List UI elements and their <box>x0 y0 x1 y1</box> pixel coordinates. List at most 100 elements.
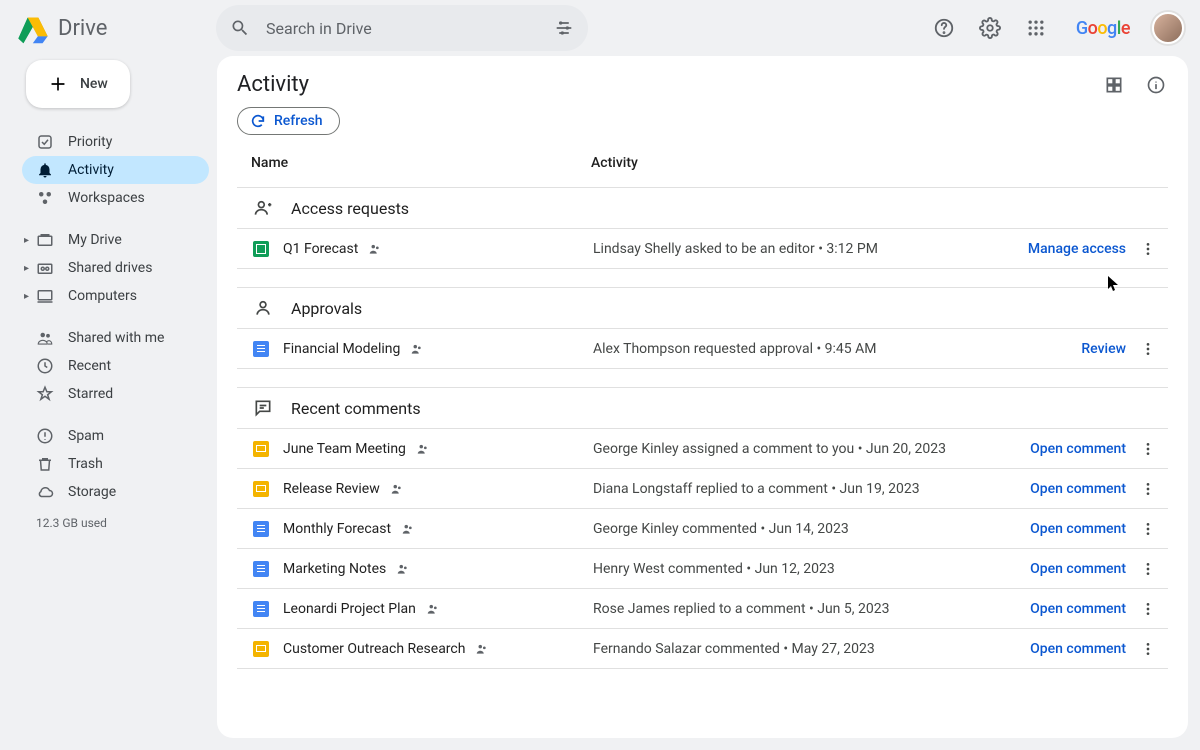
comment-icon <box>253 398 273 418</box>
plus-icon <box>48 74 68 94</box>
open-comment-link[interactable]: Open comment <box>1030 521 1126 537</box>
section-title: Approvals <box>291 299 362 318</box>
apps-icon[interactable] <box>1024 16 1048 40</box>
nav-computers[interactable]: ▸ Computers <box>22 282 209 310</box>
nav-spam[interactable]: Spam <box>22 422 209 450</box>
drive-icon <box>36 231 54 249</box>
file-row[interactable]: June Team Meeting George Kinley assigned… <box>237 429 1168 469</box>
refresh-button[interactable]: Refresh <box>237 107 340 135</box>
main-panel: Activity Refresh Name Activity Access re… <box>217 56 1188 738</box>
app-header: Drive Search in Drive Google <box>0 0 1200 56</box>
file-row[interactable]: Release Review Diana Longstaff replied t… <box>237 469 1168 509</box>
nav-label: My Drive <box>68 232 122 248</box>
open-comment-link[interactable]: Open comment <box>1030 561 1126 577</box>
nav-activity[interactable]: Activity <box>22 156 209 184</box>
activity-text: Lindsay Shelly asked to be an editor • 3… <box>593 241 1028 257</box>
expand-icon[interactable]: ▸ <box>24 291 29 302</box>
nav-recent[interactable]: Recent <box>22 352 209 380</box>
file-row[interactable]: Q1 Forecast Lindsay Shelly asked to be a… <box>237 229 1168 269</box>
priority-icon <box>36 133 54 151</box>
search-placeholder: Search in Drive <box>266 19 554 38</box>
more-icon[interactable] <box>1140 601 1160 617</box>
slides-icon <box>253 641 269 657</box>
spam-icon <box>36 427 54 445</box>
computer-icon <box>36 287 54 305</box>
open-comment-link[interactable]: Open comment <box>1030 441 1126 457</box>
nav-trash[interactable]: Trash <box>22 450 209 478</box>
activity-text: Alex Thompson requested approval • 9:45 … <box>593 341 1081 357</box>
info-icon[interactable] <box>1144 73 1168 97</box>
shared-drives-icon <box>36 259 54 277</box>
section-header: Access requests <box>237 187 1168 229</box>
clock-icon <box>36 357 54 375</box>
expand-icon[interactable]: ▸ <box>24 263 29 274</box>
shared-icon <box>410 342 424 356</box>
section-recent-comments: Recent comments June Team Meeting George… <box>237 387 1168 669</box>
more-icon[interactable] <box>1140 481 1160 497</box>
file-name: Monthly Forecast <box>283 521 391 537</box>
review-link[interactable]: Review <box>1081 341 1126 357</box>
nav-workspaces[interactable]: Workspaces <box>22 184 209 212</box>
new-button[interactable]: New <box>26 60 130 108</box>
nav-storage[interactable]: Storage <box>22 478 209 506</box>
search-bar[interactable]: Search in Drive <box>216 5 588 51</box>
refresh-icon <box>250 113 266 129</box>
nav-shared-drives[interactable]: ▸ Shared drives <box>22 254 209 282</box>
nav-label: Recent <box>68 358 111 374</box>
docs-icon <box>253 341 269 357</box>
expand-icon[interactable]: ▸ <box>24 235 29 246</box>
shared-icon <box>426 602 440 616</box>
activity-text: Rose James replied to a comment • Jun 5,… <box>593 601 1030 617</box>
file-row[interactable]: Monthly Forecast George Kinley commented… <box>237 509 1168 549</box>
account-avatar[interactable] <box>1152 12 1184 44</box>
open-comment-link[interactable]: Open comment <box>1030 481 1126 497</box>
docs-icon <box>253 561 269 577</box>
more-icon[interactable] <box>1140 241 1160 257</box>
file-row[interactable]: Financial Modeling Alex Thompson request… <box>237 329 1168 369</box>
file-row[interactable]: Marketing Notes Henry West commented • J… <box>237 549 1168 589</box>
nav-my-drive[interactable]: ▸ My Drive <box>22 226 209 254</box>
open-comment-link[interactable]: Open comment <box>1030 601 1126 617</box>
docs-icon <box>253 521 269 537</box>
drive-logo-icon <box>16 11 50 45</box>
shared-icon <box>396 562 410 576</box>
section-approvals: Approvals Financial Modeling Alex Thomps… <box>237 287 1168 369</box>
grid-view-icon[interactable] <box>1102 73 1126 97</box>
nav-label: Shared drives <box>68 260 152 276</box>
more-icon[interactable] <box>1140 341 1160 357</box>
more-icon[interactable] <box>1140 641 1160 657</box>
section-access-requests: Access requests Q1 Forecast Lindsay Shel… <box>237 187 1168 269</box>
nav-priority[interactable]: Priority <box>22 128 209 156</box>
activity-text: George Kinley commented • Jun 14, 2023 <box>593 521 1030 537</box>
person-add-icon <box>253 198 273 218</box>
more-icon[interactable] <box>1140 441 1160 457</box>
people-icon <box>36 329 54 347</box>
google-logo[interactable]: Google <box>1076 18 1130 39</box>
activity-text: Diana Longstaff replied to a comment • J… <box>593 481 1030 497</box>
manage-access-link[interactable]: Manage access <box>1028 241 1126 257</box>
logo-area[interactable]: Drive <box>16 11 216 45</box>
page-title: Activity <box>237 72 309 97</box>
person-icon <box>253 298 273 318</box>
nav-starred[interactable]: Starred <box>22 380 209 408</box>
header-actions: Google <box>932 12 1184 44</box>
open-comment-link[interactable]: Open comment <box>1030 641 1126 657</box>
activity-text: George Kinley assigned a comment to you … <box>593 441 1030 457</box>
nav-label: Starred <box>68 386 113 402</box>
nav-label: Workspaces <box>68 190 145 206</box>
settings-icon[interactable] <box>978 16 1002 40</box>
more-icon[interactable] <box>1140 561 1160 577</box>
file-name: Customer Outreach Research <box>283 641 465 657</box>
more-icon[interactable] <box>1140 521 1160 537</box>
nav-shared-with-me[interactable]: Shared with me <box>22 324 209 352</box>
nav-label: Computers <box>68 288 137 304</box>
file-row[interactable]: Customer Outreach Research Fernando Sala… <box>237 629 1168 669</box>
nav-label: Priority <box>68 134 112 150</box>
file-row[interactable]: Leonardi Project Plan Rose James replied… <box>237 589 1168 629</box>
sidebar: New Priority Activity Workspaces ▸ <box>12 56 217 738</box>
search-options-icon[interactable] <box>554 18 574 38</box>
help-icon[interactable] <box>932 16 956 40</box>
storage-used: 12.3 GB used <box>22 506 209 530</box>
workspaces-icon <box>36 189 54 207</box>
shared-icon <box>390 482 404 496</box>
